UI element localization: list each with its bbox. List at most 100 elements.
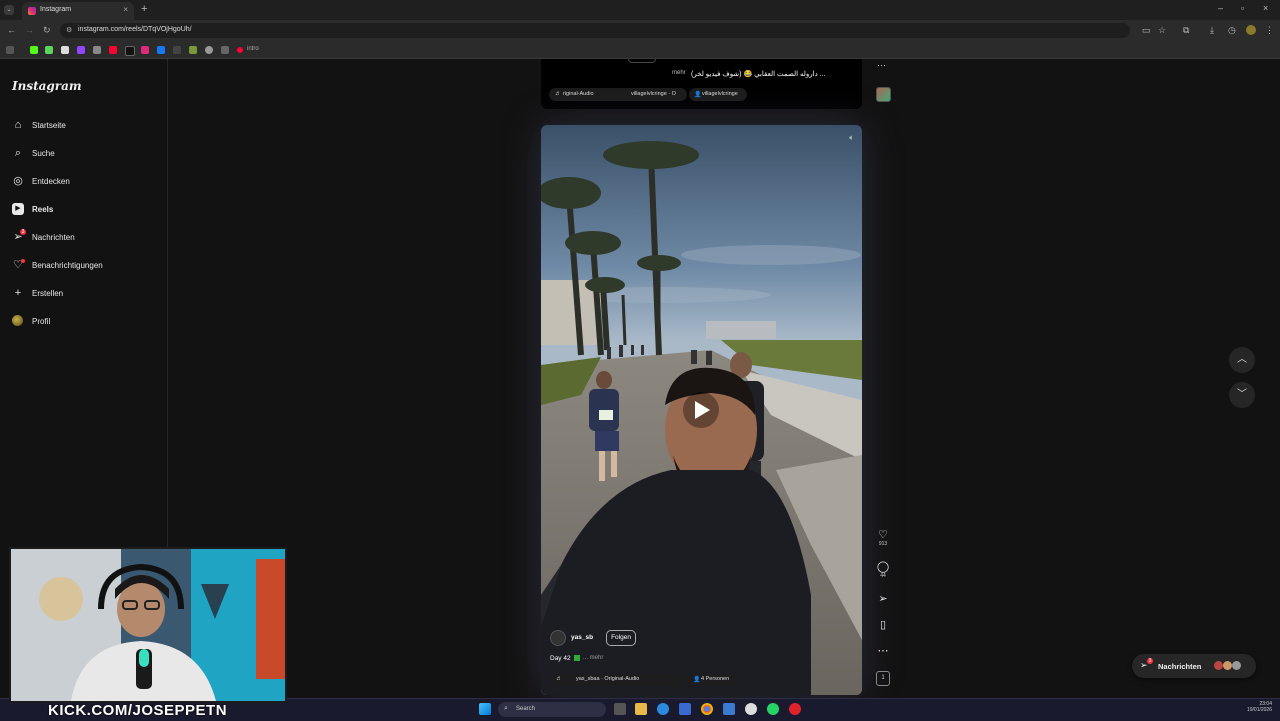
whatsapp-icon[interactable]: [767, 703, 779, 715]
more-options-icon[interactable]: ⋯: [877, 60, 886, 71]
audio-artist: villagelvlcringe · O: [631, 91, 676, 97]
comment-button[interactable]: ◯ 44: [872, 560, 894, 579]
previous-reel[interactable]: mehr ... داروله الصمت العقابي 😂 (شوف فيد…: [541, 59, 862, 109]
tab-search-button[interactable]: ⌄: [4, 5, 14, 15]
store-icon[interactable]: [679, 703, 691, 715]
omnibox[interactable]: ⚙ instagram.com/reels/DTqVOjHgoUh/: [60, 23, 1130, 38]
windows-start-icon[interactable]: [479, 703, 491, 715]
maximize-button[interactable]: ▫: [1241, 3, 1244, 13]
person-icon: 👤: [694, 92, 702, 98]
forward-icon[interactable]: →: [25, 25, 34, 35]
caption-more-link[interactable]: ... mehr: [583, 655, 603, 661]
kick-bookmark-icon[interactable]: [30, 46, 38, 54]
reel-video-frame: [541, 125, 862, 695]
extensions-icon[interactable]: ⧉: [1183, 25, 1189, 36]
like-button[interactable]: ♡ 913: [872, 528, 894, 547]
sidebar-item-label: Entdecken: [32, 177, 70, 186]
close-tab-icon[interactable]: ×: [123, 5, 128, 14]
caption-more-link[interactable]: mehr: [672, 70, 686, 76]
mail-bookmark-icon[interactable]: [93, 46, 101, 54]
emoji-icon: [574, 655, 580, 661]
app-icon[interactable]: [745, 703, 757, 715]
youtube-bookmark-icon[interactable]: [237, 47, 243, 53]
site-info-icon[interactable]: ⚙: [66, 26, 72, 34]
audio-page-icon[interactable]: 1: [876, 671, 890, 686]
bookmark-icon[interactable]: [221, 46, 229, 54]
file-explorer-icon[interactable]: [635, 703, 647, 715]
profile-avatar[interactable]: [1246, 25, 1256, 35]
edge-icon[interactable]: [657, 703, 669, 715]
reload-icon[interactable]: ↻: [43, 25, 51, 36]
browser-tab[interactable]: Instagram ×: [22, 2, 134, 20]
facebook-bookmark-icon[interactable]: [157, 46, 165, 54]
tab-title: Instagram: [40, 6, 72, 13]
taskbar-search[interactable]: ⌕ Search: [498, 702, 606, 717]
author-avatar[interactable]: [550, 630, 566, 646]
search-icon: ⌕: [504, 705, 508, 712]
menu-icon[interactable]: ⋮: [1265, 25, 1274, 36]
audio-pill[interactable]: ♬ riginal-Audio villagelvlcringe · O: [549, 88, 687, 101]
sidebar-item-label: Reels: [32, 205, 54, 214]
clock-date: 19/01/2026: [1246, 707, 1272, 713]
like-count: 913: [878, 541, 888, 547]
instagram-bookmark-icon[interactable]: [141, 46, 149, 54]
history-icon[interactable]: ◷: [1228, 25, 1236, 36]
new-tab-button[interactable]: +: [141, 3, 147, 15]
instagram-favicon-icon: [28, 7, 36, 15]
app-icon[interactable]: [789, 703, 801, 715]
music-note-icon: ♬: [555, 91, 561, 97]
close-window-button[interactable]: ×: [1263, 3, 1268, 13]
audio-thumbnail[interactable]: [876, 87, 891, 102]
bookmark-star-icon[interactable]: ☆: [1158, 25, 1166, 36]
download-icon[interactable]: ⤓: [1210, 25, 1214, 36]
apps-icon[interactable]: [6, 46, 14, 54]
bookmark-icon[interactable]: [61, 46, 69, 54]
twitch-bookmark-icon[interactable]: [77, 46, 85, 54]
audio-pill[interactable]: ♬ yas_sbaa · Original-Audio: [550, 673, 685, 686]
save-button[interactable]: ▯: [872, 618, 894, 631]
author-username[interactable]: yas_sb: [571, 634, 593, 641]
send-icon: ➢: [878, 593, 888, 605]
mute-icon[interactable]: 🔈︎: [849, 133, 854, 143]
bookmark-icon[interactable]: [45, 46, 53, 54]
youtube-bookmark-icon[interactable]: [109, 46, 117, 54]
bookmark-icon[interactable]: [205, 46, 213, 54]
minimize-button[interactable]: –: [1218, 3, 1223, 13]
notification-dot: [21, 259, 25, 263]
collaborator-pill[interactable]: 👤 villagelvlcringe: [689, 88, 747, 101]
back-icon[interactable]: ←: [7, 25, 16, 35]
next-reel-button[interactable]: ﹀: [1229, 382, 1255, 408]
bookmark-label[interactable]: intro: [247, 46, 259, 52]
previous-reel-button[interactable]: ︿: [1229, 347, 1255, 373]
avatar: [1232, 661, 1241, 670]
comment-icon: ◯: [876, 561, 890, 573]
tiktok-bookmark-icon[interactable]: [125, 46, 135, 56]
bookmarks-bar: intro: [0, 42, 1280, 59]
reel-video[interactable]: 🔈︎ yas_sb Folgen Day 42 ... mehr ♬ yas_s…: [541, 125, 862, 695]
bookmark-icon[interactable]: [173, 46, 181, 54]
cast-icon[interactable]: ▭: [1142, 25, 1151, 36]
audio-name: yas_sbaa · Original-Audio: [576, 676, 640, 682]
compass-icon: ◎: [13, 175, 23, 187]
reel-caption: Day 42: [550, 655, 571, 662]
more-options-icon: ⋯: [877, 645, 889, 657]
chrome-icon[interactable]: [701, 703, 713, 715]
music-note-icon: ♬: [556, 676, 562, 682]
audio-name: riginal-Audio: [563, 91, 594, 97]
task-view-icon[interactable]: [614, 703, 626, 715]
tagged-people-pill[interactable]: 👤 4 Personen: [688, 673, 738, 686]
messages-label: Nachrichten: [1158, 662, 1202, 671]
url-text[interactable]: instagram.com/reels/DTqVOjHgoUh/: [78, 26, 192, 33]
app-icon[interactable]: [723, 703, 735, 715]
bookmark-icon[interactable]: [189, 46, 197, 54]
more-options-button[interactable]: ⋯: [872, 644, 894, 657]
messages-floating-button[interactable]: ➢ 3 Nachrichten: [1132, 654, 1256, 678]
instagram-logo[interactable]: Instagram: [12, 79, 82, 93]
sidebar-item-label: Nachrichten: [32, 233, 75, 242]
avatar: [1214, 661, 1223, 670]
clock[interactable]: 23:04 19/01/2026: [1247, 701, 1272, 713]
follow-button[interactable]: Folgen: [606, 630, 636, 646]
webcam-image: [11, 549, 285, 701]
share-button[interactable]: ➢: [872, 592, 894, 605]
heart-icon: ♡: [878, 529, 888, 541]
